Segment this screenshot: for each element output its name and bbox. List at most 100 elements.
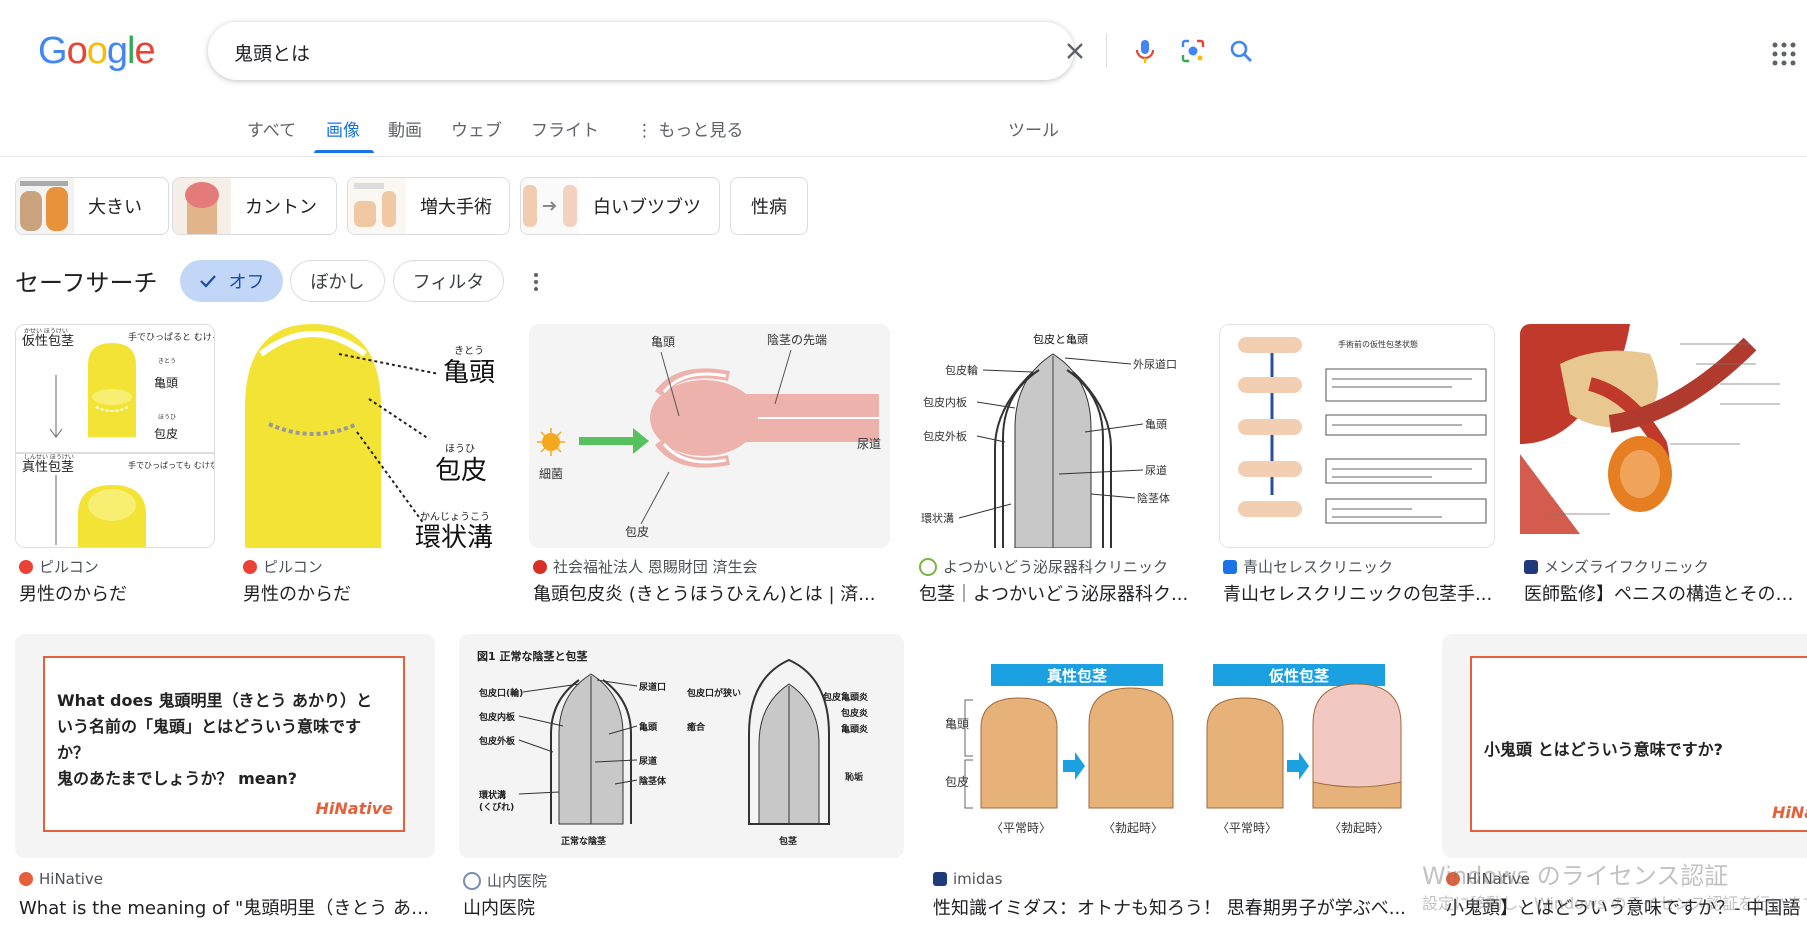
chip-thumbnail xyxy=(521,178,579,234)
image-result[interactable]: 図1 正常な陰茎と包茎 包皮口(輪) 包皮内板 包皮外板 環状溝 (くびれ) 尿… xyxy=(459,634,904,930)
chip-label: 性病 xyxy=(751,197,787,218)
chip-label: 増大手術 xyxy=(420,197,492,218)
image-result[interactable]: What does 鬼頭明里（きとう あかり）と いう名前の「鬼頭」とはどういう… xyxy=(15,634,435,930)
chip-kanton[interactable]: カントン xyxy=(172,177,337,235)
diagram-title: 包皮と亀頭 xyxy=(1033,332,1088,346)
tab-flights[interactable]: フライト xyxy=(531,116,599,141)
label-foreskin: 包皮 xyxy=(625,525,649,539)
result-title[interactable]: 亀頭包皮炎 (きとうほうひえん)とは | 済... xyxy=(533,580,890,606)
search-icon[interactable] xyxy=(1226,36,1256,66)
check-icon xyxy=(199,275,216,288)
microphone-icon[interactable] xyxy=(1130,36,1160,66)
imidas-favicon xyxy=(933,872,947,886)
image-result[interactable]: かせい ほうけい 仮性包茎 手でひっぱると むける きとう 亀頭 ほうひ 包皮 … xyxy=(15,324,215,606)
note-not-pull: 手でひっぱっても むけない… xyxy=(128,460,215,470)
tab-web[interactable]: ウェブ xyxy=(451,116,502,141)
chip-enlargement-surgery[interactable]: 増大手術 xyxy=(347,177,510,235)
tab-all[interactable]: すべて xyxy=(247,116,296,141)
result-title[interactable]: What is the meaning of "鬼頭明里（きとう あか... xyxy=(19,894,435,920)
label-smegma: 恥垢 xyxy=(845,771,863,783)
more-vert-icon: ⋮ xyxy=(636,121,653,141)
image-result[interactable]: 包皮と亀頭 包皮輪 包皮内板 包皮外板 環状溝 外尿道口 亀頭 尿道 陰茎体 よ… xyxy=(915,324,1190,606)
result-title[interactable]: 男性のからだ xyxy=(19,580,215,606)
result-title[interactable]: 医師監修】ペニスの構造とその役割 xyxy=(1524,580,1807,606)
label-balanoposthitis: 包皮亀頭炎 xyxy=(822,691,868,703)
result-source[interactable]: ピルコン xyxy=(243,556,323,577)
image-result[interactable]: きとう 亀頭 ほうひ 包皮 かんじょうこう 環状溝 ピルコン 男性のからだ xyxy=(239,324,504,606)
label-external-meatus: 外尿道口 xyxy=(1133,357,1177,371)
result-title[interactable]: 性知識イミダス：オトナも知ろう！ 思春期男子が学ぶべ... xyxy=(933,894,1417,920)
label-coronal-sulcus: 環状溝 xyxy=(921,511,954,525)
result-title[interactable]: 山内医院 xyxy=(463,894,904,920)
google-logo[interactable]: Google xyxy=(38,30,156,73)
label-balanitis: 亀頭炎 xyxy=(841,723,868,735)
diagram-title: 手術前の仮性包茎状態 xyxy=(1338,339,1418,349)
result-thumbnail: 図1 正常な陰茎と包茎 包皮口(輪) 包皮内板 包皮外板 環状溝 (くびれ) 尿… xyxy=(459,634,904,858)
label-coronal-sulcus: 環状溝 xyxy=(415,523,493,548)
label-posthitis: 包皮炎 xyxy=(840,707,868,719)
label-urethra: 尿道 xyxy=(639,755,657,767)
result-title[interactable]: 青山セレスクリニックの包茎手... xyxy=(1223,580,1495,606)
more-options-icon[interactable] xyxy=(533,272,539,296)
image-result[interactable]: メンズライフクリニック 医師監修】ペニスの構造とその役割 xyxy=(1520,324,1807,606)
tab-videos[interactable]: 動画 xyxy=(388,116,422,141)
lens-icon[interactable] xyxy=(1178,36,1208,66)
search-tabs: すべて 画像 動画 ウェブ フライト ⋮ もっと見る ツール xyxy=(0,112,1807,157)
label-prepuce-ring: 包皮輪 xyxy=(945,363,978,377)
safesearch-blur-button[interactable]: ぼかし xyxy=(290,260,385,302)
apps-grid-icon[interactable] xyxy=(1772,42,1796,70)
result-source[interactable]: HiNative xyxy=(19,870,103,888)
chip-label: 大きい xyxy=(88,197,142,218)
chip-std[interactable]: 性病 xyxy=(730,177,808,235)
chip-white-bumps[interactable]: 白いブツブツ xyxy=(520,177,720,235)
label-inner-prepuce: 包皮内板 xyxy=(923,395,967,409)
label-ruby: きとう xyxy=(454,345,484,357)
clear-icon[interactable] xyxy=(1060,36,1090,66)
label-penile-shaft: 陰茎体 xyxy=(1137,491,1170,505)
result-source[interactable]: 山内医院 xyxy=(463,870,547,891)
active-tab-indicator xyxy=(314,150,374,153)
chip-large[interactable]: 大きい xyxy=(15,177,169,235)
label-prepuce-opening: 包皮口(輪) xyxy=(478,687,523,699)
tab-images[interactable]: 画像 xyxy=(326,116,360,141)
menslife-favicon xyxy=(1524,559,1538,574)
result-source[interactable]: 社会福祉法人 恩賜財団 済生会 xyxy=(533,556,758,577)
result-thumbnail xyxy=(1520,324,1807,548)
figure-title: 図1 正常な陰茎と包茎 xyxy=(477,649,587,663)
tab-more[interactable]: ⋮ もっと見る xyxy=(636,116,743,141)
search-input[interactable]: 鬼頭とは xyxy=(234,39,310,66)
result-source-name: 山内医院 xyxy=(487,872,548,890)
caption-normal: 正常な陰茎 xyxy=(561,835,606,847)
label-adhesion: 癒合 xyxy=(687,721,706,733)
question-card: What does 鬼頭明里（きとう あかり）と いう名前の「鬼頭」とはどういう… xyxy=(43,656,405,832)
result-source[interactable]: メンズライフクリニック xyxy=(1524,556,1709,577)
label-bacteria: 細菌 xyxy=(539,467,563,481)
image-result[interactable]: 手術前の仮性包茎状態 青山セレスクリニック 青山セレスクリニックの包茎手... xyxy=(1219,324,1495,606)
image-result[interactable]: 真性包茎 仮性包茎 亀頭 包皮 〈平常時〉 〈勃起時〉 〈平常時〉 〈勃起時〉 … xyxy=(929,634,1417,930)
result-source-name: ピルコン xyxy=(263,558,323,576)
result-source[interactable]: imidas xyxy=(933,870,1002,888)
result-thumbnail: 亀頭 陰茎の先端 尿道 細菌 包皮 xyxy=(529,324,890,548)
result-title[interactable]: 男性のからだ xyxy=(243,580,504,606)
safesearch-filter-button[interactable]: フィルタ xyxy=(393,260,504,302)
label-ruby: きとう xyxy=(158,358,176,365)
safesearch-off-button[interactable]: オフ xyxy=(180,260,283,302)
caption-erect: 〈勃起時〉 xyxy=(1103,821,1163,835)
pilcon-favicon xyxy=(19,559,33,574)
result-source[interactable]: よつかいどう泌尿器科クリニック xyxy=(919,556,1168,577)
chip-label: カントン xyxy=(245,197,317,218)
result-title[interactable]: 包茎｜よつかいどう泌尿器科ク... xyxy=(919,580,1190,606)
result-source[interactable]: 青山セレスクリニック xyxy=(1223,556,1393,577)
search-box[interactable]: 鬼頭とは xyxy=(208,22,1252,80)
safesearch-title: セーフサーチ xyxy=(15,269,158,297)
label-foreskin: 包皮 xyxy=(435,456,487,486)
tab-tools[interactable]: ツール xyxy=(1008,116,1059,141)
question-line: 鬼のあたまでしょうか？ mean? xyxy=(57,769,298,788)
header-true-phimosis: 真性包茎 xyxy=(1047,667,1107,685)
result-source-name: よつかいどう泌尿器科クリニック xyxy=(943,558,1169,576)
label-glans: 亀頭 xyxy=(651,335,675,349)
label-glans: 亀頭 xyxy=(1145,417,1167,431)
image-result[interactable]: 亀頭 陰茎の先端 尿道 細菌 包皮 社会福祉法人 恩賜財団 済生会 亀頭包皮炎 … xyxy=(529,324,890,606)
result-source[interactable]: ピルコン xyxy=(19,556,99,577)
label-meatus: 尿道口 xyxy=(639,681,666,693)
